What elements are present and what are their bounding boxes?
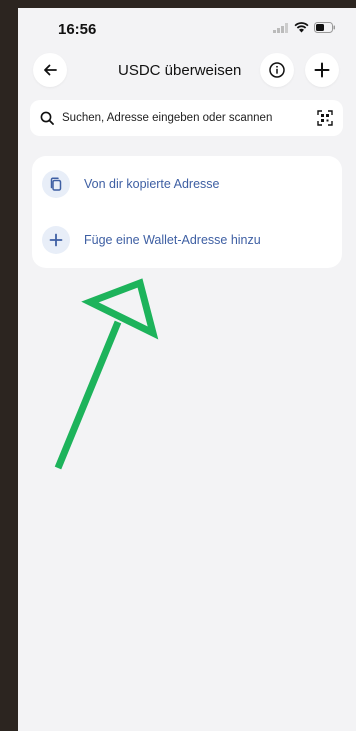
status-time: 16:56 xyxy=(58,21,97,38)
search-input[interactable]: Suchen, Adresse eingeben oder scannen xyxy=(30,100,343,136)
info-button[interactable] xyxy=(260,53,294,87)
option-label: Von dir kopierte Adresse xyxy=(84,177,220,191)
status-icons xyxy=(273,22,336,33)
search-icon xyxy=(40,111,54,125)
option-copied-address[interactable]: Von dir kopierte Adresse xyxy=(32,156,342,212)
plus-icon xyxy=(42,226,70,254)
signal-icon xyxy=(273,22,288,33)
option-label: Füge eine Wallet-Adresse hinzu xyxy=(84,233,261,247)
plus-icon xyxy=(314,62,330,78)
search-placeholder: Suchen, Adresse eingeben oder scannen xyxy=(62,112,273,124)
copy-icon xyxy=(42,170,70,198)
back-button[interactable] xyxy=(33,53,67,87)
header: USDC überweisen xyxy=(18,48,356,92)
add-button[interactable] xyxy=(305,53,339,87)
status-bar: 16:56 xyxy=(18,8,356,48)
address-options-card: Von dir kopierte Adresse Füge eine Walle… xyxy=(32,156,342,268)
info-icon xyxy=(269,62,285,78)
page-title: USDC überweisen xyxy=(118,62,242,79)
wifi-icon xyxy=(294,22,309,33)
option-add-wallet-address[interactable]: Füge eine Wallet-Adresse hinzu xyxy=(32,212,342,268)
arrow-left-icon xyxy=(44,64,57,76)
phone-screen: 16:56 USDC überweisen Suchen, Adresse ei… xyxy=(18,8,356,731)
battery-icon xyxy=(314,22,335,33)
qr-scan-icon[interactable] xyxy=(317,110,333,126)
